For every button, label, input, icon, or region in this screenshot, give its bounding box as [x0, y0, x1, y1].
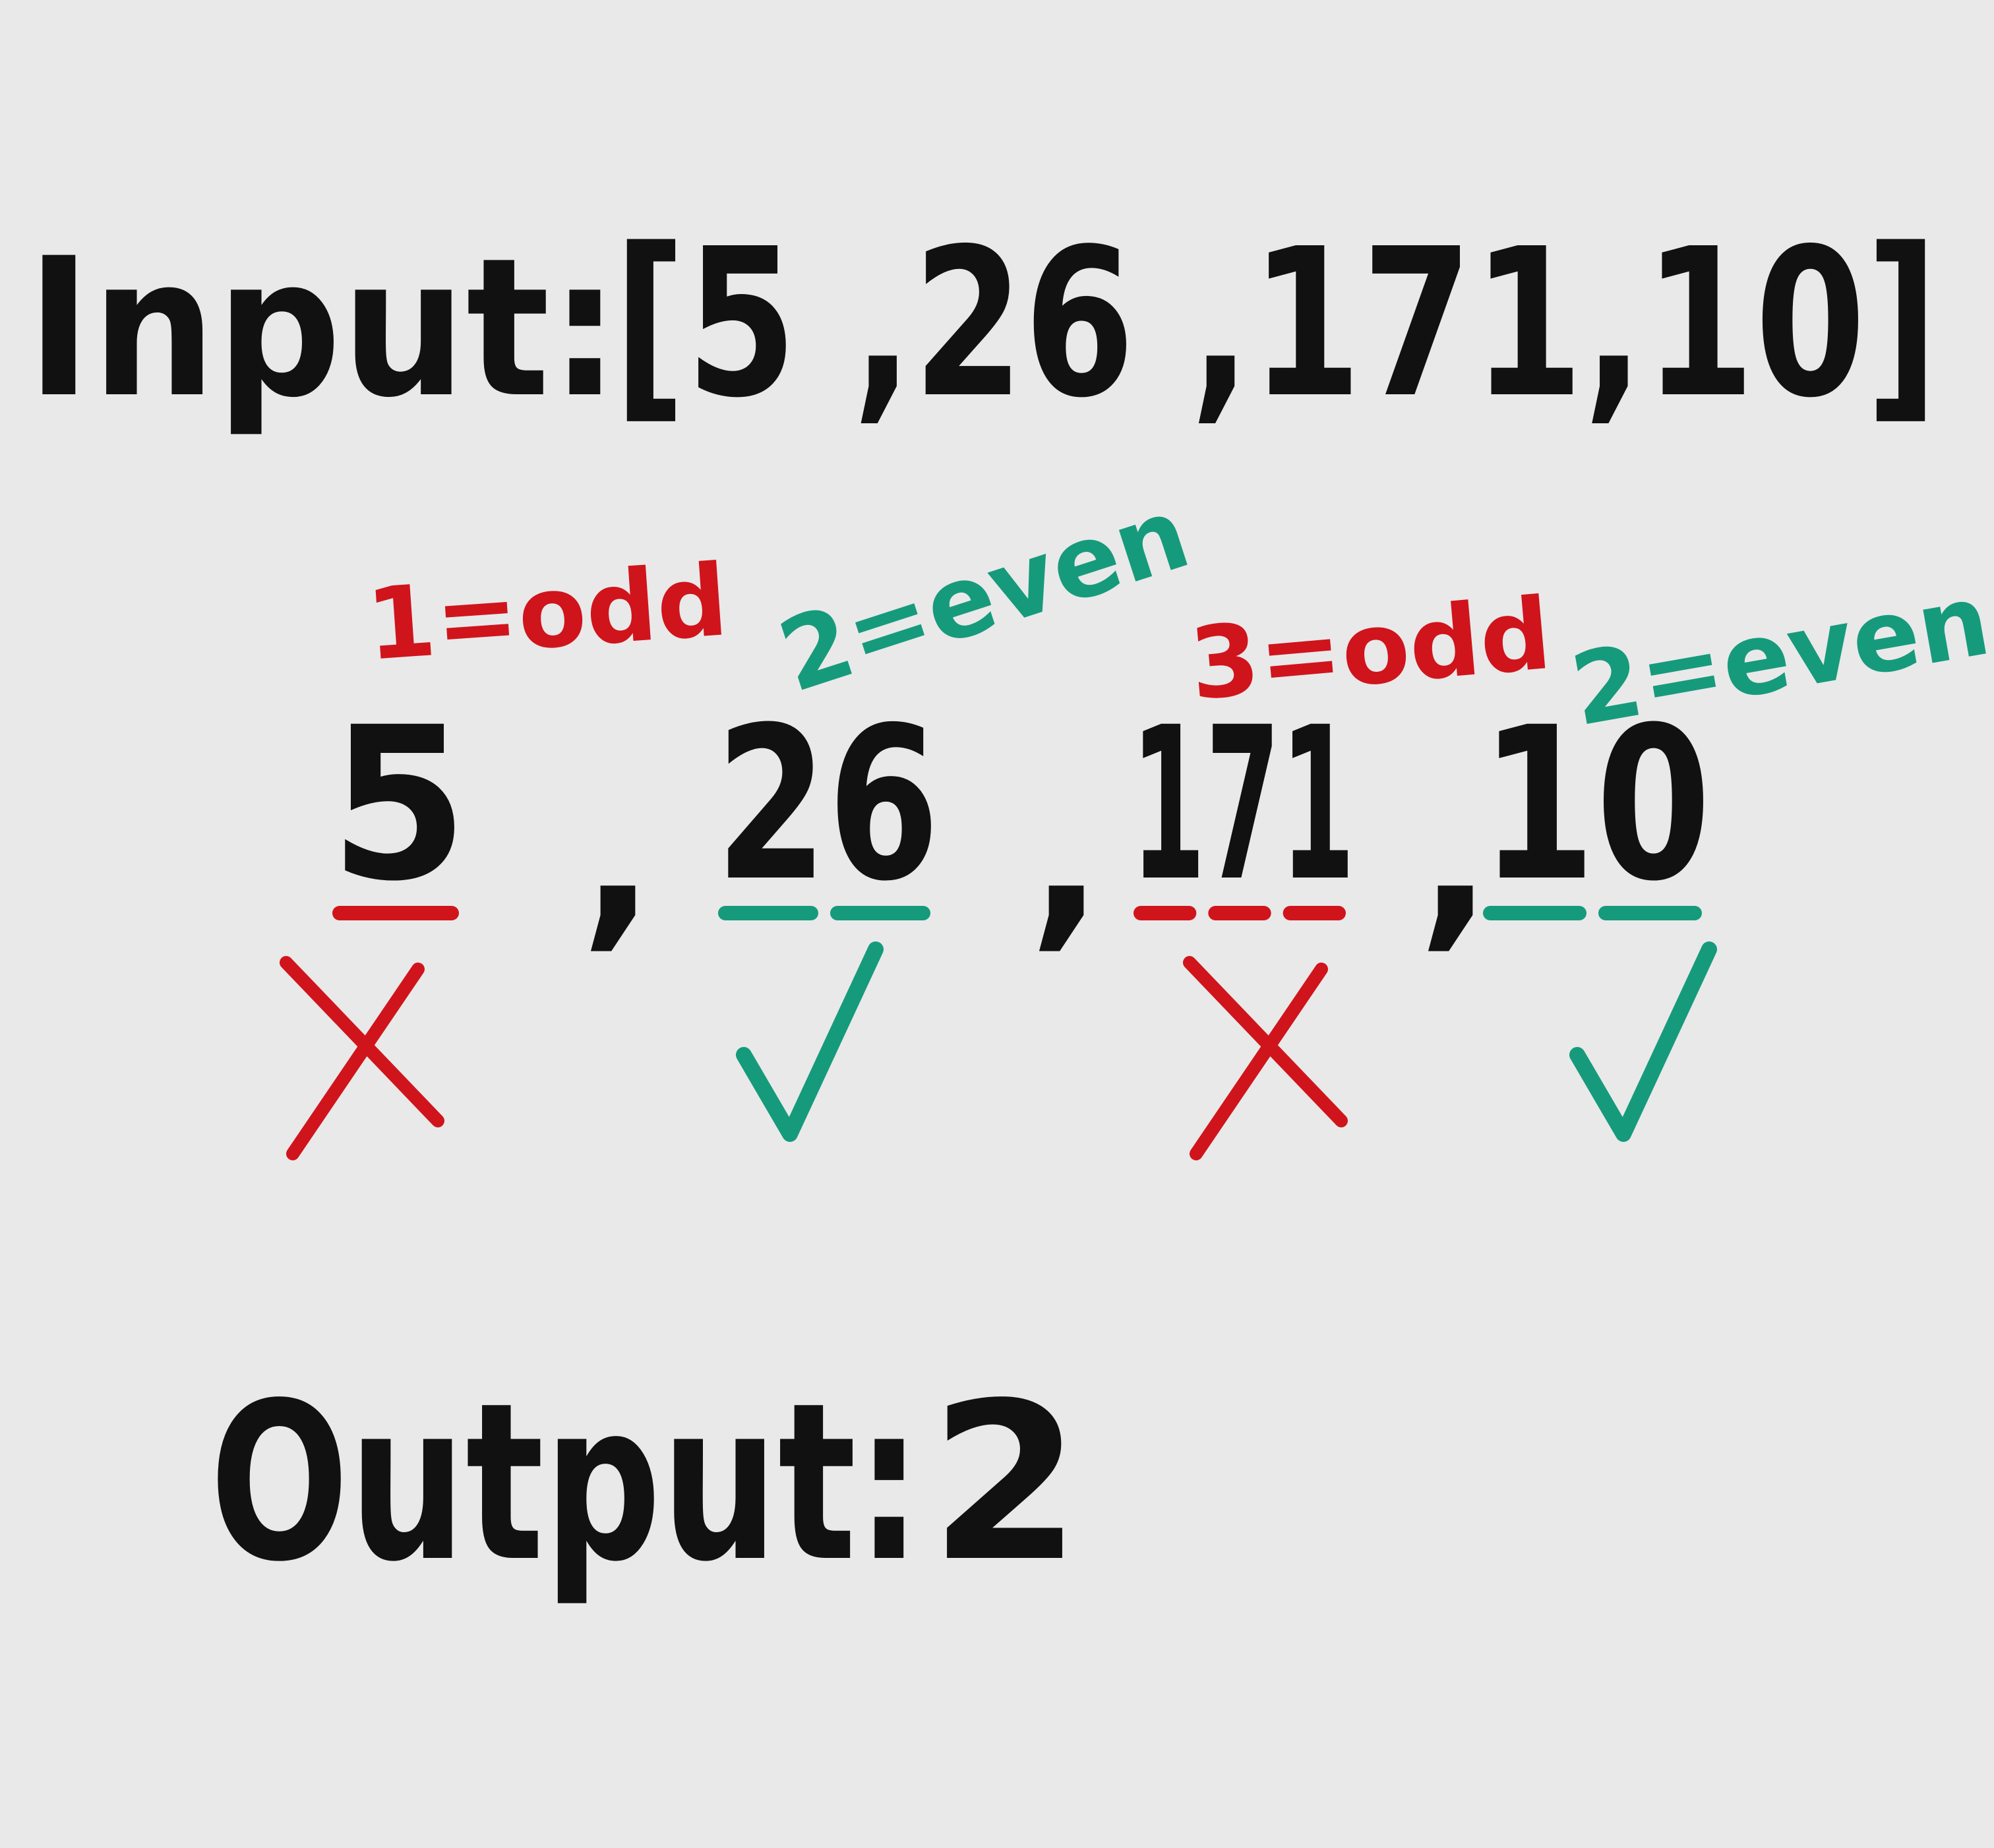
item-5: 51=odd	[280, 543, 731, 1160]
separator-comma: ,	[1029, 740, 1104, 970]
output-label: Output:	[210, 1356, 922, 1609]
whiteboard: Input: [5 ,26 ,171,10] 51=odd, 262=even, 1…	[0, 0, 1994, 1848]
parity-annotation: 2=even	[766, 476, 1202, 715]
x-mark-icon	[280, 956, 444, 1160]
number: 26	[715, 682, 940, 928]
input-label: Input:	[26, 218, 620, 440]
parity-breakdown: 51=odd, 262=even, 1713=odd,102=even	[280, 476, 1994, 1160]
number: 5	[330, 682, 468, 928]
separator-comma: ,	[580, 740, 655, 970]
check-mark-icon	[1569, 941, 1717, 1142]
parity-annotation: 1=odd	[363, 543, 731, 683]
x-mark-icon	[1183, 956, 1348, 1160]
number: 171	[1131, 682, 1355, 928]
check-mark-icon	[736, 941, 884, 1142]
input-list: [5 ,26 ,171,10]	[613, 205, 1939, 443]
output-value: 2	[930, 1356, 1081, 1609]
parity-annotation: 2=even	[1563, 562, 1994, 748]
